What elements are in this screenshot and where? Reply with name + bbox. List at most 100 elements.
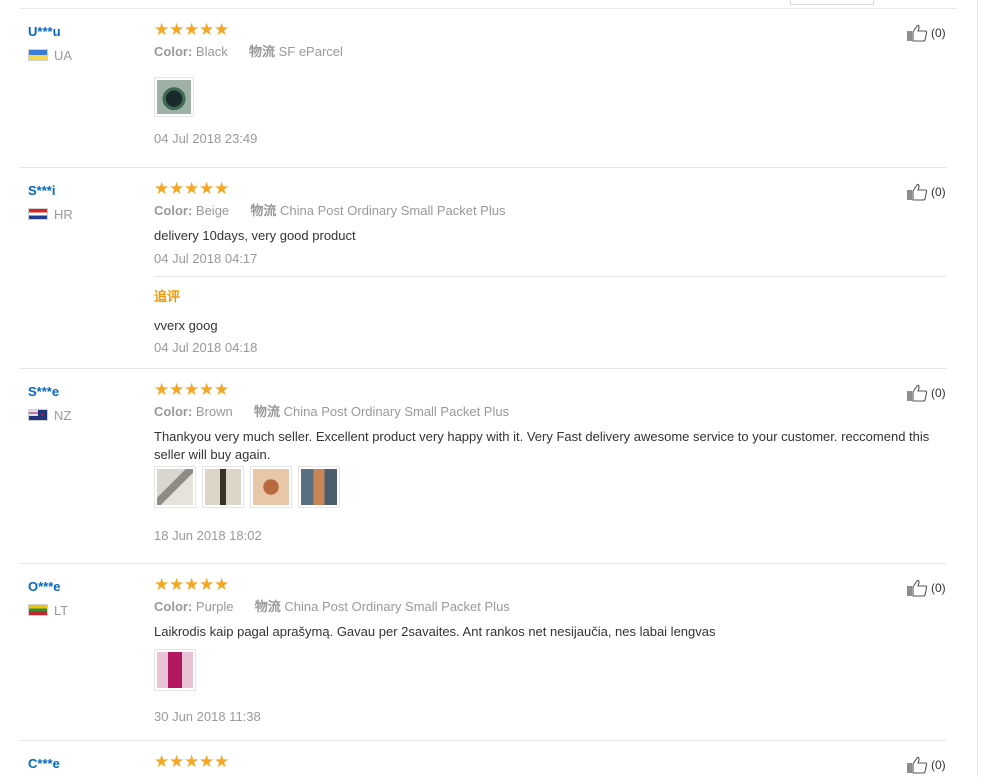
star-rating: ★ ★ ★ ★ ★ — [154, 753, 954, 771]
star-icon: ★ — [154, 575, 170, 595]
helpful-count: (0) — [931, 26, 946, 40]
user-info: O***e LT — [28, 564, 138, 618]
country-code: NZ — [54, 407, 72, 423]
user-info: S***i HR — [28, 168, 138, 222]
review-text: delivery 10days, very good product — [154, 228, 356, 243]
star-icon: ★ — [214, 20, 230, 40]
color-label: Color: — [154, 203, 193, 218]
review-date: 30 Jun 2018 11:38 — [154, 709, 261, 724]
user-name-link[interactable]: O***e — [28, 579, 138, 595]
flag-lt-icon — [28, 604, 48, 616]
user-name-link[interactable]: S***i — [28, 183, 138, 199]
helpful-count: (0) — [931, 581, 946, 595]
photo-list — [154, 77, 954, 117]
sort-dropdown-edge[interactable] — [790, 0, 874, 5]
star-rating: ★ ★ ★ ★ ★ — [154, 21, 954, 39]
helpful-button[interactable]: (0) — [906, 756, 946, 774]
user-name-link[interactable]: C***e — [28, 756, 138, 772]
logistics-label: 物流 — [254, 599, 281, 614]
star-icon: ★ — [169, 575, 185, 595]
color-label: Color: — [154, 404, 193, 419]
user-country: HR — [28, 207, 138, 222]
star-icon: ★ — [199, 380, 215, 400]
helpful-count: (0) — [931, 386, 946, 400]
star-icon: ★ — [199, 20, 215, 40]
helpful-button[interactable]: (0) — [906, 579, 946, 597]
helpful-count: (0) — [931, 758, 946, 772]
star-icon: ★ — [154, 380, 170, 400]
star-icon: ★ — [199, 575, 215, 595]
flag-nz-icon — [28, 409, 48, 421]
logistics-label: 物流 — [250, 203, 277, 218]
color-value: Purple — [195, 599, 234, 614]
thumbs-up-icon — [907, 183, 928, 201]
user-info: C***e — [28, 741, 138, 772]
star-icon: ★ — [169, 20, 185, 40]
logistics-value: China Post Ordinary Small Packet Plus — [280, 203, 506, 218]
star-icon: ★ — [169, 179, 185, 199]
user-name-link[interactable]: S***e — [28, 384, 138, 400]
append-text: vverx goog — [154, 318, 218, 333]
star-icon: ★ — [214, 752, 230, 772]
star-rating: ★ ★ ★ ★ ★ — [154, 576, 954, 594]
feedback-content: ★ ★ ★ ★ ★ Color: Brown 物流 China Post Ordinar… — [154, 369, 954, 544]
star-icon: ★ — [214, 575, 230, 595]
helpful-button[interactable]: (0) — [906, 24, 946, 42]
color-value: Black — [195, 44, 228, 59]
star-icon: ★ — [154, 179, 170, 199]
star-icon: ★ — [169, 752, 185, 772]
user-name-link[interactable]: U***u — [28, 24, 138, 40]
photo-list — [154, 466, 954, 508]
star-icon: ★ — [184, 179, 200, 199]
photo-list — [154, 649, 954, 691]
append-divider — [154, 276, 947, 277]
thumbs-up-icon — [907, 24, 928, 42]
user-country: NZ — [28, 407, 138, 423]
logistics-label: 物流 — [254, 404, 281, 419]
review-photo[interactable] — [154, 466, 196, 508]
logistics-value: China Post Ordinary Small Packet Plus — [284, 599, 510, 614]
star-icon: ★ — [214, 380, 230, 400]
star-icon: ★ — [154, 752, 170, 772]
feedback-page: U***u UA ★ ★ ★ ★ ★ Color: Black 物流 SF eParce… — [0, 0, 987, 777]
user-info: U***u UA — [28, 9, 138, 63]
logistics-label: 物流 — [248, 44, 275, 59]
review-photo[interactable] — [154, 649, 196, 691]
review-photo[interactable] — [250, 466, 292, 508]
review-photo[interactable] — [202, 466, 244, 508]
star-icon: ★ — [199, 752, 215, 772]
user-info: S***e NZ — [28, 369, 138, 423]
country-code: LT — [54, 602, 69, 618]
star-rating: ★ ★ ★ ★ ★ — [154, 180, 954, 198]
flag-hr-icon — [28, 208, 48, 220]
feedback-content: ★ ★ ★ ★ ★ Color: Beige 物流 China Post Ordinar… — [154, 168, 954, 356]
append-title: 追评 — [154, 289, 181, 304]
scroll-edge — [977, 0, 978, 777]
review-date: 04 Jul 2018 04:17 — [154, 251, 258, 266]
country-code: UA — [54, 47, 73, 63]
color-label: Color: — [154, 599, 193, 614]
append-date: 04 Jul 2018 04:18 — [154, 340, 258, 355]
logistics-value: SF eParcel — [278, 44, 343, 59]
helpful-button[interactable]: (0) — [906, 183, 946, 201]
color-label: Color: — [154, 44, 193, 59]
star-icon: ★ — [199, 179, 215, 199]
color-value: Brown — [195, 404, 233, 419]
review-text: Thankyou very much seller. Excellent pro… — [154, 429, 930, 462]
star-icon: ★ — [184, 20, 200, 40]
review-photo[interactable] — [154, 77, 194, 117]
order-info: Color: Purple 物流 China Post Ordinary Sma… — [154, 598, 954, 616]
review-text: Laikrodis kaip pagal aprašymą. Gavau per… — [154, 624, 716, 639]
star-icon: ★ — [184, 380, 200, 400]
helpful-button[interactable]: (0) — [906, 384, 946, 402]
thumbs-up-icon — [907, 579, 928, 597]
review-date: 04 Jul 2018 23:49 — [154, 131, 258, 146]
star-icon: ★ — [214, 179, 230, 199]
flag-ua-icon — [28, 49, 48, 61]
order-info: Color: Black 物流 SF eParcel — [154, 43, 954, 61]
star-rating: ★ ★ ★ ★ ★ — [154, 381, 954, 399]
review-photo[interactable] — [298, 466, 340, 508]
helpful-count: (0) — [931, 185, 946, 199]
user-country: UA — [28, 47, 138, 63]
feedback-content: ★ ★ ★ ★ ★ Color: Black 物流 SF eParcel 04 Jul … — [154, 9, 954, 147]
